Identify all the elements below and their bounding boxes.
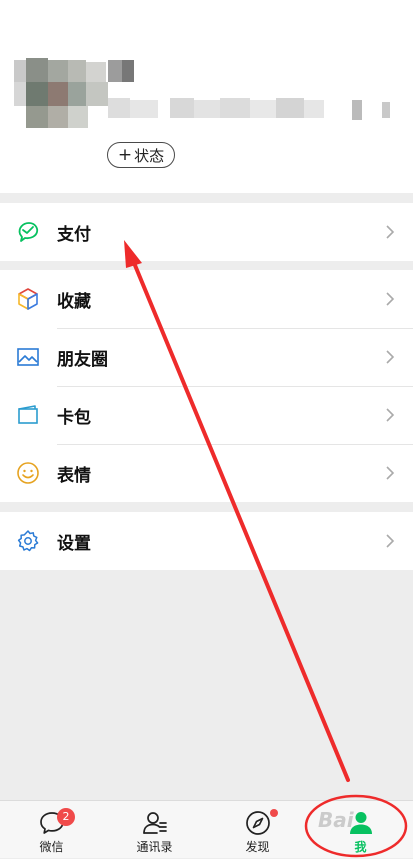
features-section: 收藏 朋友圈 卡包 表情 xyxy=(0,270,413,502)
tab-discover[interactable]: 发现 xyxy=(206,801,309,859)
tab-chats-label: 微信 xyxy=(39,840,64,854)
menu-item-moments-label: 朋友圈 xyxy=(57,349,108,370)
smiley-icon xyxy=(17,462,39,484)
status-button-label: 状态 xyxy=(134,146,165,165)
tab-contacts[interactable]: 通讯录 xyxy=(103,801,206,859)
cube-icon xyxy=(18,288,38,310)
plus-icon: + xyxy=(117,144,133,165)
tab-discover-label: 发现 xyxy=(245,840,270,854)
tab-contacts-label: 通讯录 xyxy=(136,840,173,854)
wallet-icon xyxy=(18,405,38,424)
menu-item-pay-label: 支付 xyxy=(57,224,91,245)
settings-section: 设置 xyxy=(0,512,413,570)
status-button[interactable]: + 状态 xyxy=(107,142,175,168)
unread-badge: 2 xyxy=(57,808,75,826)
tab-me-label: 我 xyxy=(354,840,367,854)
compass-icon xyxy=(245,811,270,835)
chevron-right-icon xyxy=(386,350,395,364)
pay-section: 支付 xyxy=(0,203,413,261)
menu-item-cards[interactable]: 卡包 xyxy=(0,386,413,444)
menu-item-settings-label: 设置 xyxy=(57,533,91,554)
menu-item-stickers[interactable]: 表情 xyxy=(0,444,413,502)
tab-chats[interactable]: 2 微信 xyxy=(0,801,103,859)
contacts-icon xyxy=(142,812,167,834)
gear-icon xyxy=(17,530,39,552)
chevron-right-icon xyxy=(386,225,395,239)
menu-item-favorites[interactable]: 收藏 xyxy=(0,270,413,328)
chevron-right-icon xyxy=(386,292,395,306)
watermark: Bai xyxy=(318,808,354,832)
menu-item-settings[interactable]: 设置 xyxy=(0,512,413,570)
menu-item-moments[interactable]: 朋友圈 xyxy=(0,328,413,386)
new-content-dot xyxy=(270,809,278,817)
profile-header[interactable]: + 状态 xyxy=(0,0,413,193)
menu-item-stickers-label: 表情 xyxy=(57,465,91,486)
chevron-right-icon xyxy=(386,408,395,422)
menu-item-favorites-label: 收藏 xyxy=(57,291,91,312)
menu-item-pay[interactable]: 支付 xyxy=(0,203,413,261)
image-icon xyxy=(17,348,39,366)
menu-item-cards-label: 卡包 xyxy=(57,407,91,428)
wechat-pay-icon xyxy=(18,222,39,242)
chevron-right-icon xyxy=(386,466,395,480)
chevron-right-icon xyxy=(386,534,395,548)
